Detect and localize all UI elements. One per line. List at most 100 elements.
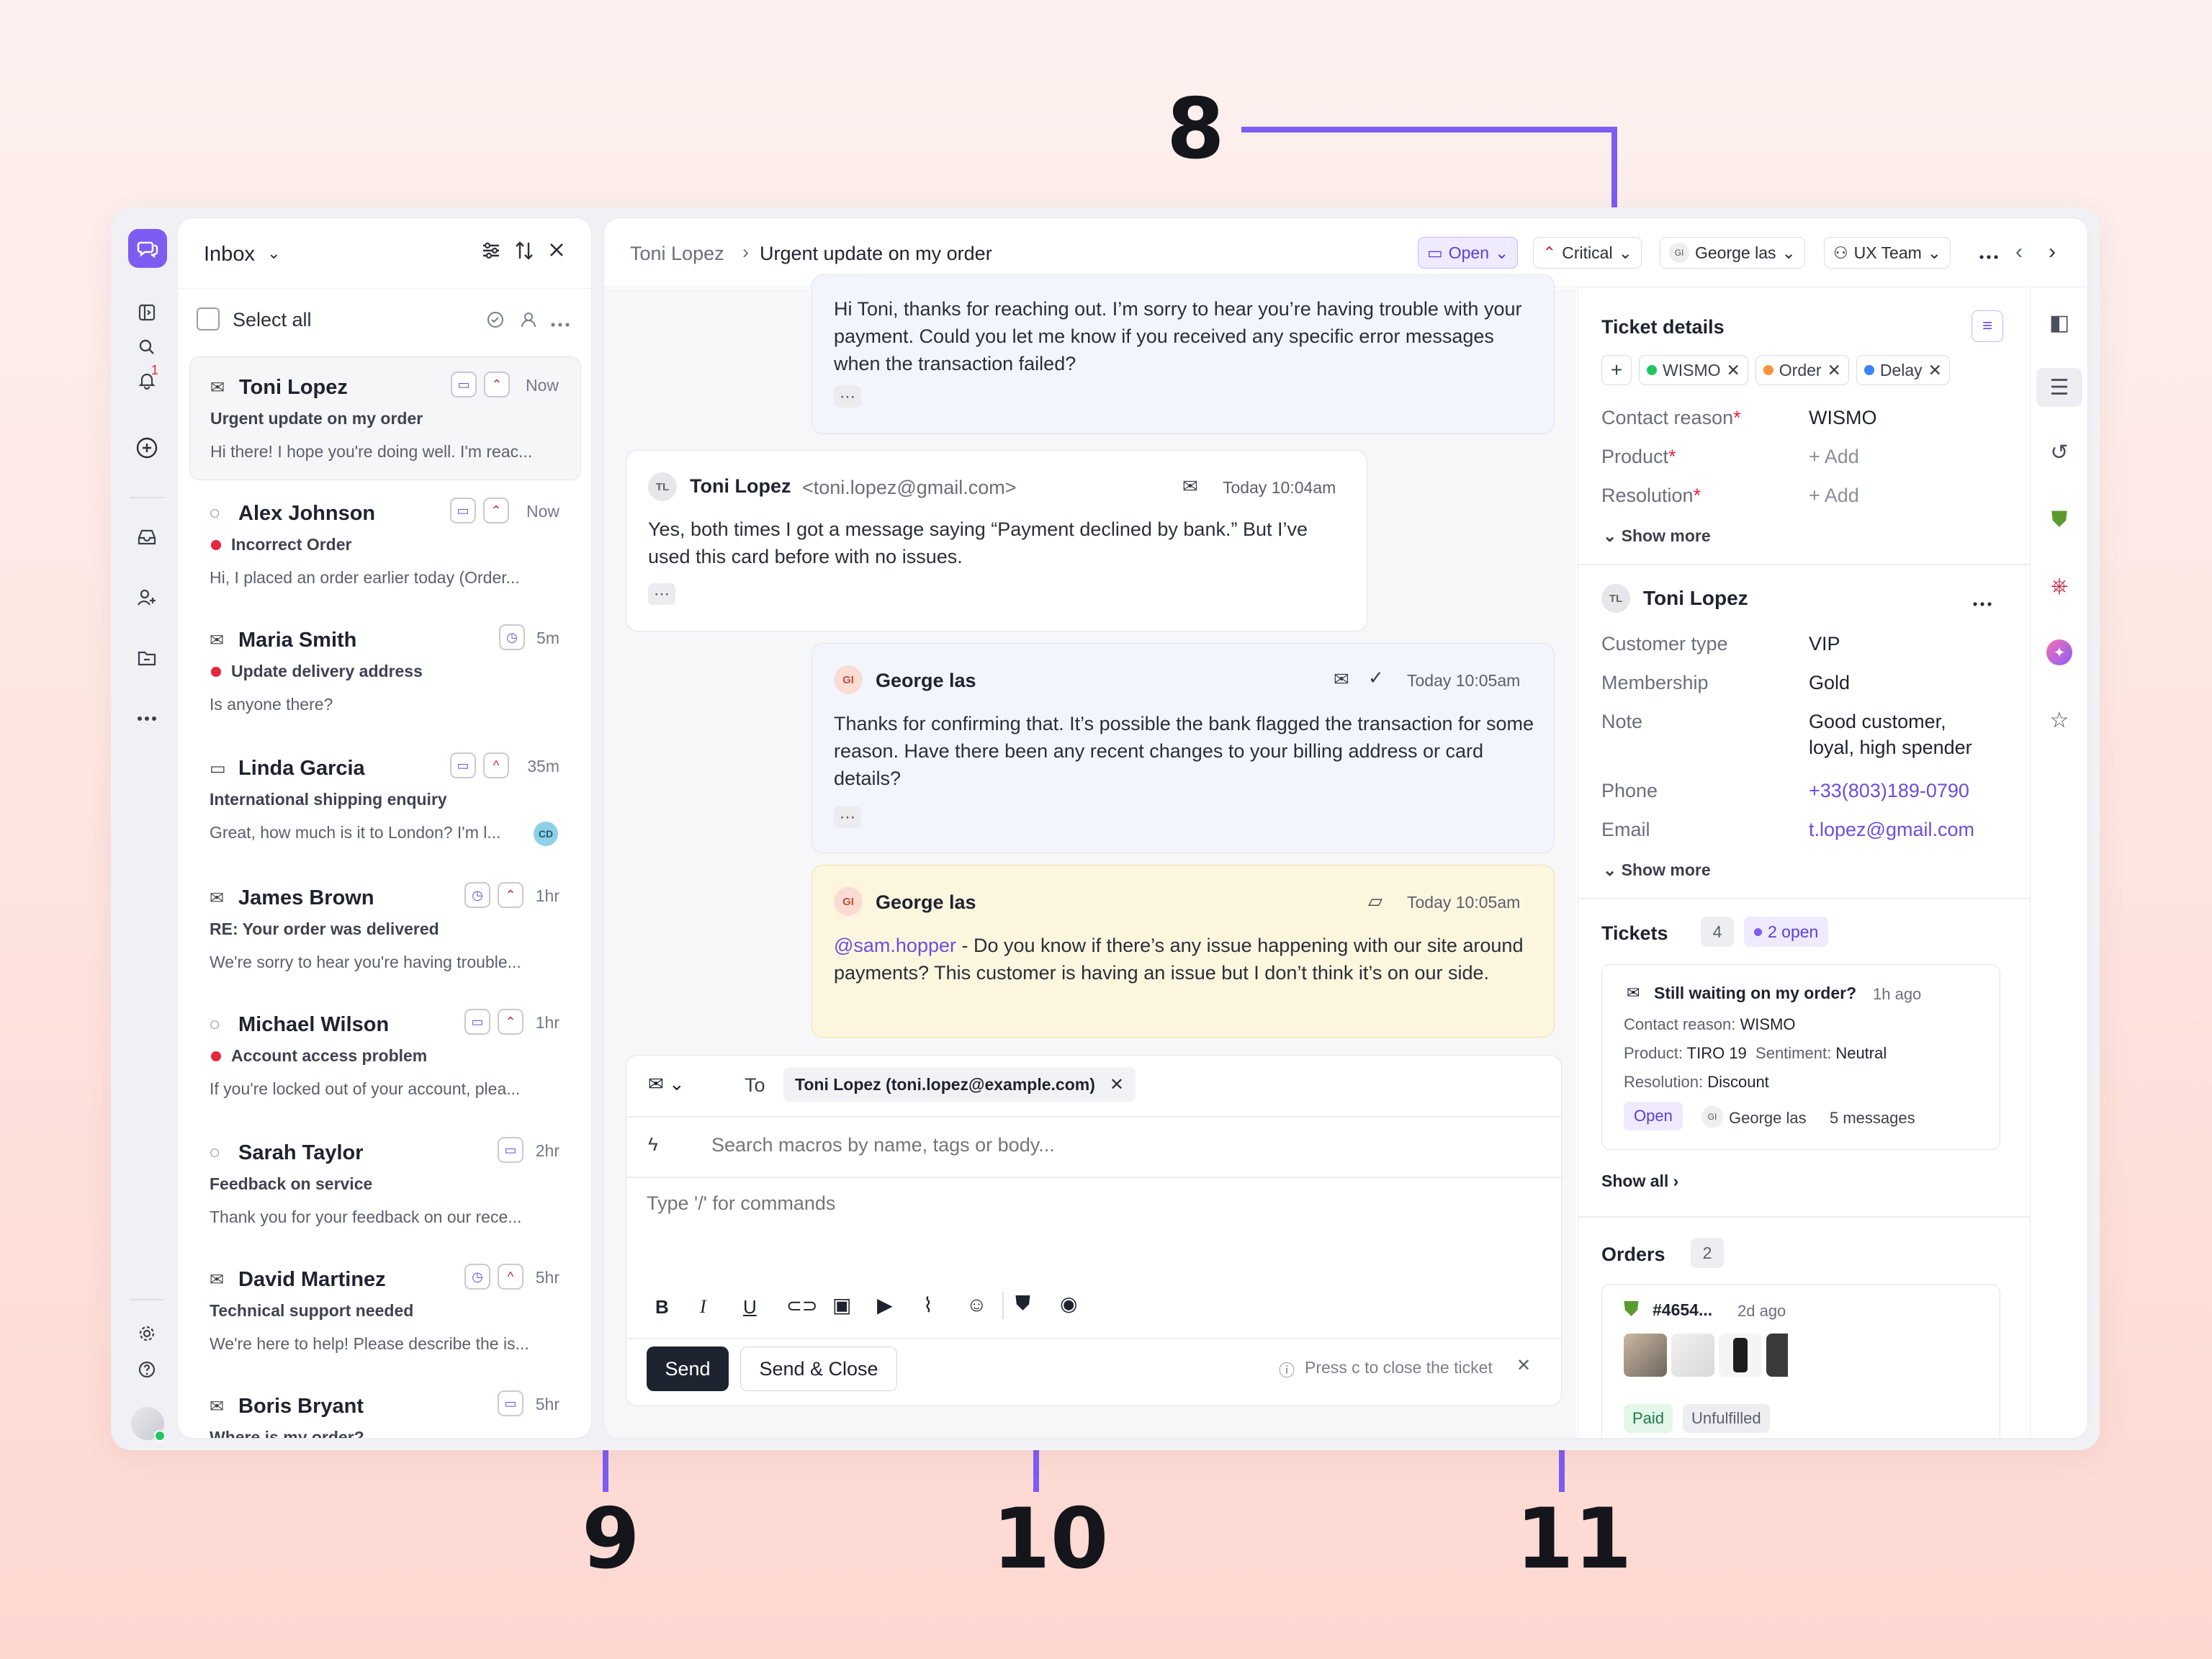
show-more-button[interactable]: ⌄ Show more — [1603, 526, 1711, 546]
expand-dots-button[interactable]: ⋯ — [834, 386, 861, 408]
inbox-title[interactable]: Inbox — [204, 243, 255, 266]
next-ticket-icon[interactable]: › — [2049, 240, 2056, 264]
emoji-icon[interactable]: ☺ — [966, 1293, 987, 1316]
italic-icon[interactable]: I — [700, 1296, 706, 1318]
avatar[interactable] — [131, 1407, 166, 1442]
chevron-right-icon: › — [742, 241, 749, 263]
webhook-icon[interactable]: ⎈ — [2036, 567, 2082, 606]
contact-name: Michael Wilson — [238, 1013, 390, 1036]
list-item[interactable]: ◌ Sarah Taylor ▭ 2hr Feedback on service… — [189, 1123, 581, 1246]
open-tickets-badge[interactable]: 2 open — [1744, 917, 1829, 947]
expand-dots-button[interactable]: ⋯ — [648, 583, 675, 605]
send-button[interactable]: Send — [647, 1346, 729, 1391]
orders-count: 2 — [1691, 1238, 1724, 1268]
time: 5hr — [535, 1268, 559, 1287]
contact-reason-value[interactable]: WISMO — [1809, 407, 1877, 429]
customer-more-icon[interactable] — [1973, 597, 1992, 610]
video-icon[interactable]: ▶ — [877, 1293, 893, 1317]
filter-icon[interactable] — [480, 240, 502, 265]
inbox-icon[interactable] — [122, 520, 171, 554]
prev-ticket-icon[interactable]: ‹ — [2015, 240, 2023, 264]
subject: Urgent update on my order — [210, 409, 423, 428]
customer-name[interactable]: Toni Lopez — [1643, 587, 1748, 610]
customer-details-icon[interactable]: ☰ — [2036, 368, 2082, 407]
list-item[interactable]: ✉ Toni Lopez ▭ ⌃ Now Urgent update on my… — [189, 356, 581, 480]
ai-summary-icon[interactable]: ≡ — [1972, 310, 2003, 342]
time: Now — [526, 502, 559, 521]
select-all-checkbox[interactable] — [197, 307, 220, 331]
bold-icon[interactable]: B — [655, 1296, 669, 1318]
shopify-icon[interactable]: ⛊ — [2036, 500, 2082, 539]
macro-search-input[interactable] — [711, 1130, 1518, 1159]
folder-icon[interactable] — [122, 641, 171, 675]
search-icon[interactable] — [122, 330, 171, 364]
expand-dots-button[interactable]: ⋯ — [834, 806, 861, 828]
list-item[interactable]: ✉ David Martinez ◷ ^ 5hr Technical suppo… — [189, 1249, 581, 1373]
order-card[interactable]: ⛊ #4654... 2d ago Paid Unfulfilled — [1601, 1284, 2000, 1438]
preview: If you're locked out of your account, pl… — [210, 1079, 521, 1098]
ai-sparkle-icon[interactable]: ✦ — [2036, 633, 2082, 672]
check-circle-icon[interactable] — [486, 310, 505, 333]
priority-dropdown[interactable]: ⌃ Critical ⌄ — [1533, 237, 1642, 269]
customer-show-more-button[interactable]: ⌄ Show more — [1603, 860, 1711, 880]
chat-logo-icon[interactable] — [128, 229, 167, 268]
list-item[interactable]: ✉ Boris Bryant ▭ 5hr Where is my order? — [189, 1376, 581, 1438]
email-link[interactable]: t.lopez@gmail.com — [1809, 819, 1974, 841]
send-close-button[interactable]: Send & Close — [740, 1346, 897, 1391]
underline-icon[interactable]: U — [743, 1296, 757, 1318]
integration-icon[interactable]: ◉ — [1060, 1292, 1077, 1316]
more-icon[interactable] — [122, 701, 171, 736]
add-tag-button[interactable]: + — [1601, 355, 1632, 385]
star-icon[interactable]: ☆ — [2036, 701, 2082, 739]
more-options-icon[interactable] — [1979, 250, 1998, 263]
team-dropdown[interactable]: ⚇ UX Team ⌄ — [1824, 237, 1951, 269]
remove-recipient-icon[interactable]: ✕ — [1110, 1074, 1124, 1095]
preview: Thank you for your feedback on our rece.… — [210, 1208, 522, 1226]
shopify-icon[interactable]: ⛊ — [1015, 1292, 1030, 1316]
tag-order[interactable]: Order ✕ — [1755, 355, 1849, 385]
assignee-dropdown[interactable]: GI George las ⌄ — [1660, 237, 1805, 269]
show-all-tickets-button[interactable]: Show all › — [1601, 1172, 1678, 1191]
sidebar-toggle-icon[interactable] — [122, 295, 171, 330]
tag-delay[interactable]: Delay ✕ — [1856, 355, 1950, 385]
channel-email-icon[interactable]: ✉ ⌄ — [648, 1073, 685, 1095]
dismiss-hint-icon[interactable]: ✕ — [1516, 1355, 1531, 1376]
unread-dot — [211, 1051, 221, 1061]
phone-link[interactable]: +33(803)189-0790 — [1809, 780, 1969, 802]
recipient-chip[interactable]: Toni Lopez (toni.lopez@example.com) ✕ — [783, 1067, 1136, 1102]
history-icon[interactable]: ↺ — [2036, 433, 2082, 472]
chevron-down-icon[interactable]: ⌄ — [267, 244, 280, 263]
image-icon[interactable]: ▣ — [832, 1293, 851, 1317]
settings-icon[interactable] — [122, 1316, 171, 1351]
user-plus-icon[interactable] — [122, 580, 171, 615]
list-item[interactable]: ▭ Linda Garcia ▭ ^ 35m International shi… — [189, 738, 581, 862]
collapse-panel-icon[interactable]: ◧ — [2036, 303, 2082, 342]
list-item[interactable]: ✉ James Brown ◷ ⌃ 1hr RE: Your order was… — [189, 868, 581, 992]
ticket-card[interactable]: ✉ Still waiting on my order? 1h ago Cont… — [1601, 964, 2000, 1150]
reply-body-input[interactable] — [647, 1192, 1539, 1264]
resolution-add-button[interactable]: + Add — [1809, 485, 1859, 507]
breadcrumb-parent[interactable]: Toni Lopez — [630, 243, 724, 265]
attachment-icon[interactable]: ⌇ — [923, 1293, 933, 1317]
callout-10: 10 — [992, 1491, 1109, 1588]
close-icon[interactable] — [547, 240, 567, 264]
assign-user-icon[interactable] — [519, 310, 538, 333]
mention-link[interactable]: @sam.hopper — [834, 935, 956, 956]
callout-8-line-v — [1611, 127, 1617, 220]
list-item[interactable]: ◌ Michael Wilson ▭ ⌃ 1hr Account access … — [189, 994, 581, 1118]
orders-title: Orders — [1601, 1244, 1665, 1265]
list-item[interactable]: ✉ Maria Smith ◷ 5m Update delivery addre… — [189, 610, 581, 734]
product-add-button[interactable]: + Add — [1809, 446, 1859, 468]
sender-email: <toni.lopez@gmail.com> — [802, 477, 1017, 498]
list-more-icon[interactable] — [551, 318, 570, 331]
bell-icon[interactable]: 1 — [122, 363, 171, 397]
tag-wismo[interactable]: WISMO ✕ — [1639, 355, 1748, 385]
list-item[interactable]: ◌ Alex Johnson ▭ ⌃ Now Incorrect Order H… — [189, 483, 581, 607]
help-icon[interactable] — [122, 1352, 171, 1387]
plus-circle-icon[interactable] — [122, 431, 171, 465]
status-dropdown[interactable]: ▭ Open ⌄ — [1418, 237, 1519, 269]
preview: Hi, I placed an order earlier today (Ord… — [210, 568, 520, 587]
link-icon[interactable]: ⊂⊃ — [786, 1295, 818, 1317]
email-icon: ✉ — [210, 1270, 225, 1290]
sort-icon[interactable] — [513, 240, 535, 265]
